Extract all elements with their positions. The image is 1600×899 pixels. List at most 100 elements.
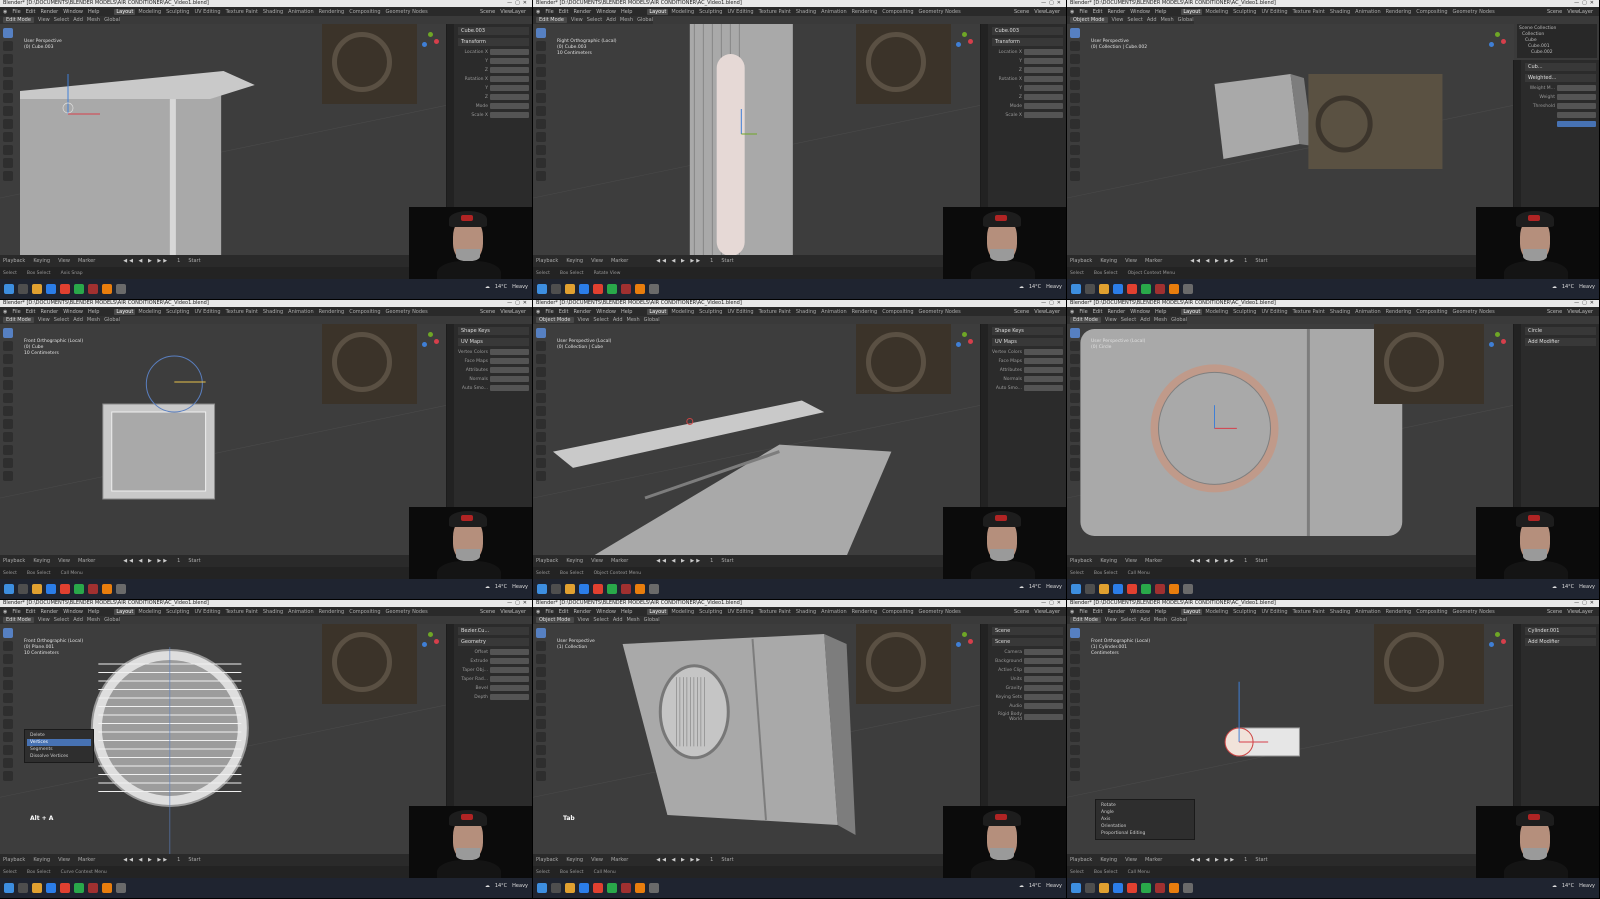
obs-icon[interactable] bbox=[649, 584, 659, 594]
keying-menu[interactable]: Keying bbox=[1100, 258, 1117, 264]
edge-browser-icon[interactable] bbox=[579, 284, 589, 294]
window-controls[interactable]: —▢✕ bbox=[1041, 300, 1064, 307]
menu-edit[interactable]: Edit bbox=[1093, 9, 1103, 15]
tab-animation[interactable]: Animation bbox=[286, 9, 316, 15]
start-menu-icon[interactable] bbox=[1071, 584, 1081, 594]
tab-layout[interactable]: Layout bbox=[114, 608, 136, 615]
orientation-dropdown[interactable]: Global bbox=[1178, 17, 1194, 23]
tab-geometry-nodes[interactable]: Geometry Nodes bbox=[384, 609, 430, 615]
annotate-tool-icon[interactable] bbox=[3, 406, 13, 416]
playback-menu[interactable]: Playback bbox=[536, 558, 558, 564]
menu-add[interactable]: Add bbox=[73, 317, 83, 323]
transform-tool-icon[interactable] bbox=[536, 393, 546, 403]
menu-help[interactable]: Help bbox=[1155, 309, 1166, 315]
orientation-dropdown[interactable]: Global bbox=[1171, 317, 1187, 323]
view-layer-selector[interactable]: ViewLayer bbox=[1034, 309, 1060, 315]
tab-animation[interactable]: Animation bbox=[819, 9, 849, 15]
timeline-view-menu[interactable]: View bbox=[1125, 258, 1137, 264]
property-field[interactable] bbox=[490, 376, 529, 382]
cursor-tool-icon[interactable] bbox=[1070, 341, 1080, 351]
tab-compositing[interactable]: Compositing bbox=[880, 609, 915, 615]
menu-window[interactable]: Window bbox=[1130, 9, 1150, 15]
inset-tool-icon[interactable] bbox=[536, 145, 546, 155]
mode-dropdown[interactable]: Edit Mode bbox=[1070, 617, 1101, 623]
loop-cut-tool-icon[interactable] bbox=[536, 771, 546, 781]
x-axis-icon[interactable] bbox=[434, 339, 439, 344]
tab-sculpting[interactable]: Sculpting bbox=[164, 9, 191, 15]
inset-tool-icon[interactable] bbox=[1070, 445, 1080, 455]
rotate-tool-icon[interactable] bbox=[3, 367, 13, 377]
popup-menu-item[interactable]: Vertices bbox=[27, 739, 91, 746]
chrome-icon[interactable] bbox=[593, 883, 603, 893]
navigation-gizmo[interactable] bbox=[1486, 330, 1508, 352]
select-tool-icon[interactable] bbox=[1070, 328, 1080, 338]
menu-edit[interactable]: Edit bbox=[559, 9, 569, 15]
x-axis-icon[interactable] bbox=[968, 339, 973, 344]
z-axis-icon[interactable] bbox=[1489, 342, 1494, 347]
tab-shading[interactable]: Shading bbox=[1328, 9, 1352, 15]
menu-mesh[interactable]: Mesh bbox=[627, 317, 640, 323]
properties-section[interactable]: Geometry bbox=[458, 638, 529, 646]
tab-sculpting[interactable]: Sculpting bbox=[1231, 9, 1258, 15]
file-explorer-icon[interactable] bbox=[1099, 284, 1109, 294]
timeline-view-menu[interactable]: View bbox=[58, 258, 70, 264]
property-field[interactable] bbox=[490, 49, 529, 55]
property-field[interactable] bbox=[1024, 694, 1063, 700]
menu-mesh[interactable]: Mesh bbox=[87, 317, 100, 323]
select-tool-icon[interactable] bbox=[3, 328, 13, 338]
tab-animation[interactable]: Animation bbox=[819, 609, 849, 615]
bevel-tool-icon[interactable] bbox=[1070, 158, 1080, 168]
obs-icon[interactable] bbox=[116, 883, 126, 893]
properties-section[interactable]: Add Modifier bbox=[1525, 338, 1596, 346]
property-field[interactable] bbox=[1024, 649, 1063, 655]
menu-add[interactable]: Add bbox=[73, 17, 83, 23]
playback-menu[interactable]: Playback bbox=[1070, 258, 1092, 264]
start-menu-icon[interactable] bbox=[4, 883, 14, 893]
menu-window[interactable]: Window bbox=[596, 309, 616, 315]
menu-render[interactable]: Render bbox=[573, 9, 591, 15]
menu-help[interactable]: Help bbox=[621, 609, 632, 615]
app-red-icon[interactable] bbox=[1155, 883, 1165, 893]
obs-icon[interactable] bbox=[116, 584, 126, 594]
app-red-icon[interactable] bbox=[621, 883, 631, 893]
tab-sculpting[interactable]: Sculpting bbox=[697, 9, 724, 15]
properties-section[interactable]: Transform bbox=[992, 38, 1063, 46]
measure-tool-icon[interactable] bbox=[3, 719, 13, 729]
menu-file[interactable]: File bbox=[12, 309, 20, 315]
tab-texture-paint[interactable]: Texture Paint bbox=[224, 9, 260, 15]
timeline-view-menu[interactable]: View bbox=[591, 258, 603, 264]
edge-browser-icon[interactable] bbox=[46, 584, 56, 594]
edge-browser-icon[interactable] bbox=[1113, 284, 1123, 294]
app-red-icon[interactable] bbox=[1155, 284, 1165, 294]
z-axis-icon[interactable] bbox=[1489, 42, 1494, 47]
orientation-dropdown[interactable]: Global bbox=[637, 17, 653, 23]
property-field[interactable] bbox=[1024, 658, 1063, 664]
x-axis-icon[interactable] bbox=[1501, 39, 1506, 44]
x-axis-icon[interactable] bbox=[434, 39, 439, 44]
rotate-tool-icon[interactable] bbox=[3, 667, 13, 677]
property-field[interactable] bbox=[490, 58, 529, 64]
app-red-icon[interactable] bbox=[88, 284, 98, 294]
blender-taskbar-icon[interactable] bbox=[1169, 883, 1179, 893]
tab-modeling[interactable]: Modeling bbox=[669, 609, 696, 615]
menu-render[interactable]: Render bbox=[40, 609, 58, 615]
tab-shading[interactable]: Shading bbox=[794, 309, 818, 315]
playback-menu[interactable]: Playback bbox=[3, 558, 25, 564]
menu-help[interactable]: Help bbox=[621, 309, 632, 315]
measure-tool-icon[interactable] bbox=[536, 719, 546, 729]
properties-section[interactable]: Weighted... bbox=[1525, 74, 1596, 82]
x-axis-icon[interactable] bbox=[1501, 639, 1506, 644]
timeline-view-menu[interactable]: View bbox=[58, 857, 70, 863]
tab-layout[interactable]: Layout bbox=[647, 608, 669, 615]
view-layer-selector[interactable]: ViewLayer bbox=[1034, 609, 1060, 615]
x-axis-icon[interactable] bbox=[1501, 339, 1506, 344]
tab-rendering[interactable]: Rendering bbox=[850, 309, 880, 315]
blender-taskbar-icon[interactable] bbox=[102, 284, 112, 294]
playback-menu[interactable]: Playback bbox=[1070, 558, 1092, 564]
tab-geometry-nodes[interactable]: Geometry Nodes bbox=[917, 309, 963, 315]
popup-menu-item[interactable]: Dissolve Vertices bbox=[27, 753, 91, 760]
annotate-tool-icon[interactable] bbox=[1070, 106, 1080, 116]
transform-tool-icon[interactable] bbox=[536, 693, 546, 703]
tab-compositing[interactable]: Compositing bbox=[880, 9, 915, 15]
tab-sculpting[interactable]: Sculpting bbox=[697, 609, 724, 615]
